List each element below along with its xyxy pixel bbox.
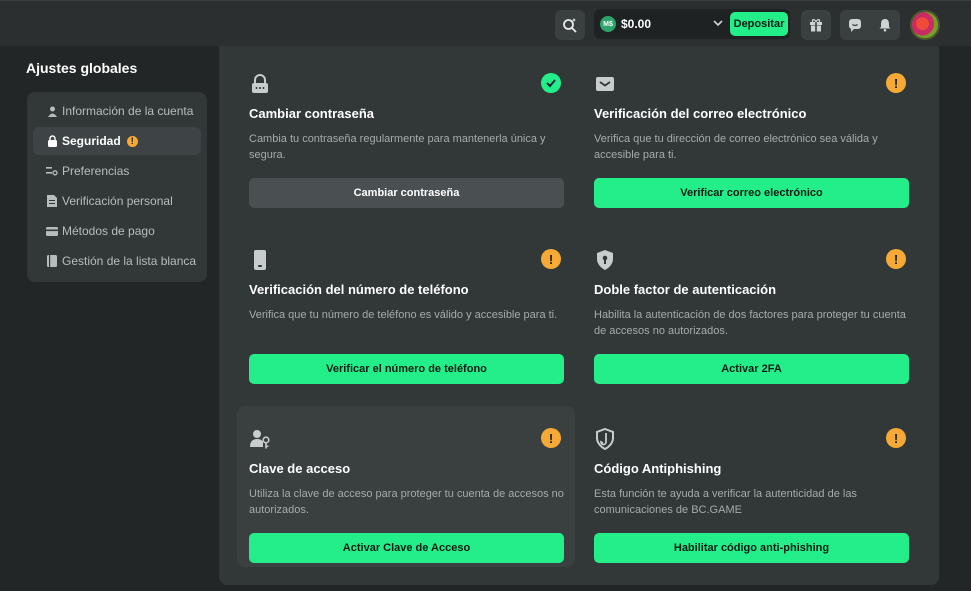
gift-button[interactable] [801, 10, 831, 40]
user-key-icon [250, 430, 270, 449]
sidebar-item-label: Información de la cuenta [62, 104, 194, 118]
card-title: Clave de acceso [249, 461, 351, 476]
enable-antiphishing-button[interactable]: Habilitar código anti-phishing [594, 533, 909, 563]
card-title: Verificación del correo electrónico [594, 106, 807, 121]
search-icon [563, 18, 577, 33]
verify-email-button[interactable]: Verificar correo electrónico [594, 178, 909, 208]
change-password-button[interactable]: Cambiar contraseña [249, 178, 564, 208]
email-verification-card: ! Verificación del correo electrónico Ve… [582, 51, 920, 209]
document-icon [46, 195, 58, 207]
settings-title: Ajustes globales [26, 60, 138, 76]
chat-icon [849, 19, 861, 32]
sidebar-item-label: Seguridad [62, 134, 121, 148]
notifications-button[interactable] [870, 10, 900, 40]
card-description: Habilita la autenticación de dos factore… [594, 309, 906, 337]
antiphishing-shield-icon [596, 428, 614, 450]
chat-button[interactable] [840, 10, 870, 40]
search-button[interactable] [555, 10, 585, 40]
verified-check-icon [541, 73, 561, 93]
sidebar-item-security[interactable]: Seguridad ! [33, 127, 201, 155]
card-title: Cambiar contraseña [249, 106, 374, 121]
warning-icon: ! [886, 249, 906, 269]
verify-phone-button[interactable]: Verificar el número de teléfono [249, 354, 564, 384]
card-description: Cambia tu contraseña regularmente para m… [249, 133, 546, 161]
lock-icon [252, 74, 268, 93]
wallet-selector[interactable]: M$ $0.00 Depositar [594, 9, 790, 39]
sidebar-item-preferences[interactable]: Preferencias [33, 157, 201, 185]
user-icon [46, 105, 58, 117]
card-description: Verifica que tu dirección de correo elec… [594, 133, 878, 161]
preferences-icon [46, 165, 58, 177]
card-description: Utiliza la clave de acceso para proteger… [249, 488, 564, 516]
warning-icon: ! [541, 428, 561, 448]
activate-passkey-button[interactable]: Activar Clave de Acceso [249, 533, 564, 563]
sidebar-item-whitelist[interactable]: Gestión de la lista blanca [33, 247, 201, 275]
security-panel: Cambiar contraseña Cambia tu contraseña … [219, 46, 939, 585]
top-bar: M$ $0.00 Depositar [0, 0, 971, 46]
change-password-card: Cambiar contraseña Cambia tu contraseña … [237, 51, 575, 209]
passkey-card: ! Clave de acceso Utiliza la clave de ac… [237, 406, 575, 567]
sidebar-item-account-info[interactable]: Información de la cuenta [33, 97, 201, 125]
shield-icon [597, 250, 613, 270]
sidebar-item-label: Preferencias [62, 164, 130, 178]
card-description: Esta función te ayuda a verificar la aut… [594, 488, 857, 516]
two-factor-card: ! Doble factor de autenticación Habilita… [582, 227, 920, 385]
settings-sidebar: Información de la cuenta Seguridad ! Pre… [27, 92, 207, 282]
card-title: Código Antiphishing [594, 461, 722, 476]
chat-notification-group [840, 10, 900, 40]
chevron-down-icon[interactable] [712, 17, 724, 29]
warning-icon: ! [886, 428, 906, 448]
antiphishing-card: ! Código Antiphishing Esta función te ay… [582, 406, 920, 564]
sidebar-item-label: Métodos de pago [62, 224, 155, 238]
whitelist-icon [46, 255, 58, 267]
gift-icon [810, 19, 822, 32]
bell-icon [879, 19, 891, 32]
warning-icon: ! [126, 135, 138, 147]
sidebar-item-label: Gestión de la lista blanca [62, 254, 197, 268]
phone-icon [254, 250, 266, 270]
activate-2fa-button[interactable]: Activar 2FA [594, 354, 909, 384]
warning-icon: ! [541, 249, 561, 269]
deposit-button[interactable]: Depositar [730, 12, 788, 36]
sidebar-item-label: Verificación personal [62, 194, 173, 208]
card-title: Verificación del número de teléfono [249, 282, 469, 297]
sidebar-item-payment-methods[interactable]: Métodos de pago [33, 217, 201, 245]
card-description: Verifica que tu número de teléfono es vá… [249, 309, 558, 321]
coin-icon: M$ [600, 16, 616, 32]
avatar[interactable] [910, 10, 940, 40]
phone-verification-card: ! Verificación del número de teléfono Ve… [237, 227, 575, 385]
card-title: Doble factor de autenticación [594, 282, 777, 297]
sidebar-item-personal-verification[interactable]: Verificación personal [33, 187, 201, 215]
card-icon [46, 225, 58, 237]
warning-icon: ! [886, 73, 906, 93]
lock-icon [46, 135, 58, 147]
mail-icon [596, 77, 614, 91]
balance-value: $0.00 [621, 17, 652, 31]
